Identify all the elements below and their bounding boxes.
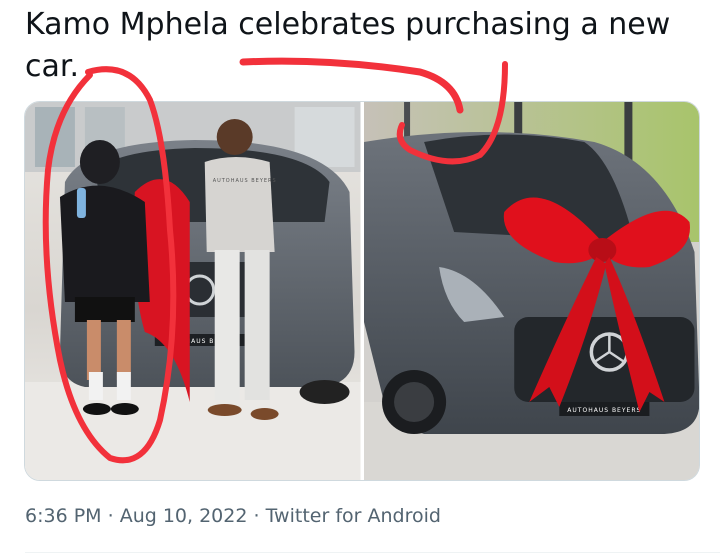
tweet-source[interactable]: Twitter for Android (266, 505, 441, 527)
tweet-date[interactable]: Aug 10, 2022 (120, 505, 248, 527)
plate-text-right: AUTOHAUS BEYERS (567, 407, 641, 414)
tweet-text: Kamo Mphela celebrates purchasing a new … (25, 7, 671, 84)
tweet-time[interactable]: 6:36 PM (25, 505, 102, 527)
media-grid: AUTOHAUS BEYERS AUTOHAUS BEYERS AUTOHAUS… (24, 101, 700, 481)
shirt-text: AUTOHAUS BEYERS (213, 178, 277, 184)
divider (25, 552, 720, 553)
photo-left[interactable]: AUTOHAUS BEYERS AUTOHAUS BEYERS (25, 102, 361, 480)
photo-right[interactable]: AUTOHAUS BEYERS (363, 102, 699, 480)
separator: · (253, 505, 260, 527)
tweet-metadata: 6:36 PM · Aug 10, 2022 · Twitter for And… (25, 505, 441, 527)
separator: · (107, 505, 114, 527)
